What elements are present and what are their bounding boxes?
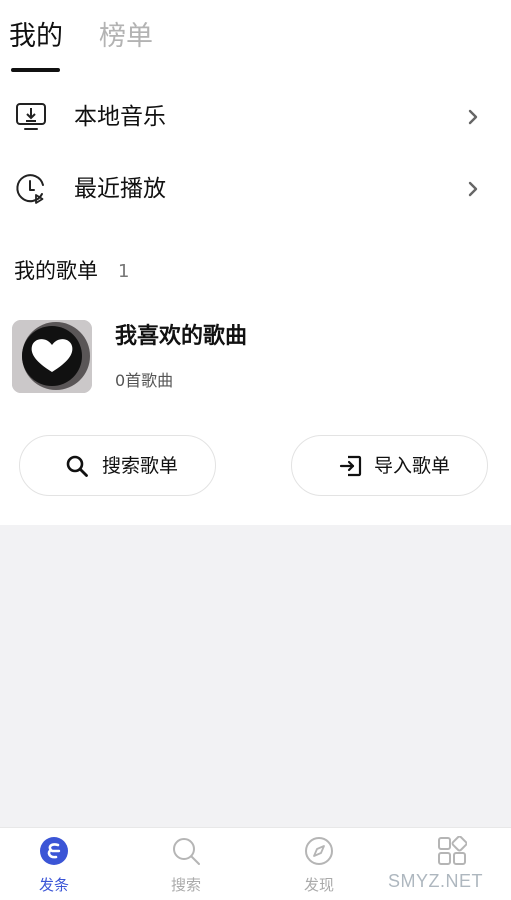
grid-apps-icon — [437, 835, 468, 866]
tab-mine[interactable]: 我的 — [9, 20, 63, 54]
tab-charts[interactable]: 榜单 — [99, 20, 153, 54]
search-playlist-button[interactable]: 搜索歌单 — [19, 435, 216, 496]
monitor-download-icon — [14, 100, 48, 134]
nav-label-search: 搜索 — [170, 876, 201, 894]
chevron-right-icon — [464, 178, 482, 200]
nav-item-home[interactable]: 发条 — [0, 828, 118, 900]
playlist-count: 1 — [118, 261, 130, 282]
playlist-cover — [12, 320, 92, 393]
top-tabs: 我的 榜单 — [0, 0, 511, 76]
clock-play-icon — [14, 172, 48, 206]
nav-item-discover[interactable]: 发现 — [255, 828, 383, 900]
playlist-song-count: 0首歌曲 — [115, 371, 174, 390]
search-icon — [171, 836, 201, 866]
search-playlist-label: 搜索歌单 — [102, 455, 179, 477]
recent-play-label: 最近播放 — [74, 176, 166, 202]
my-playlists-title: 我的歌单 — [14, 259, 98, 283]
import-playlist-button[interactable]: 导入歌单 — [291, 435, 488, 496]
search-icon — [65, 454, 89, 478]
import-playlist-label: 导入歌单 — [374, 455, 451, 477]
recent-play-row[interactable]: 最近播放 — [0, 156, 511, 222]
local-music-row[interactable]: 本地音乐 — [0, 84, 511, 150]
watermark: SMYZ.NET — [388, 871, 484, 891]
playlist-item-favorites[interactable]: 我喜欢的歌曲 0首歌曲 — [0, 314, 511, 400]
chevron-right-icon — [464, 106, 482, 128]
nav-label-home: 发条 — [38, 876, 69, 894]
local-music-label: 本地音乐 — [74, 104, 166, 130]
empty-content-area — [0, 525, 511, 827]
nav-item-search[interactable]: 搜索 — [122, 828, 250, 900]
compass-icon — [304, 836, 334, 866]
active-tab-indicator — [11, 68, 60, 72]
playlist-name: 我喜欢的歌曲 — [115, 324, 248, 349]
nav-label-discover: 发现 — [303, 876, 334, 894]
app-logo-icon — [39, 836, 69, 866]
import-icon — [339, 454, 363, 478]
